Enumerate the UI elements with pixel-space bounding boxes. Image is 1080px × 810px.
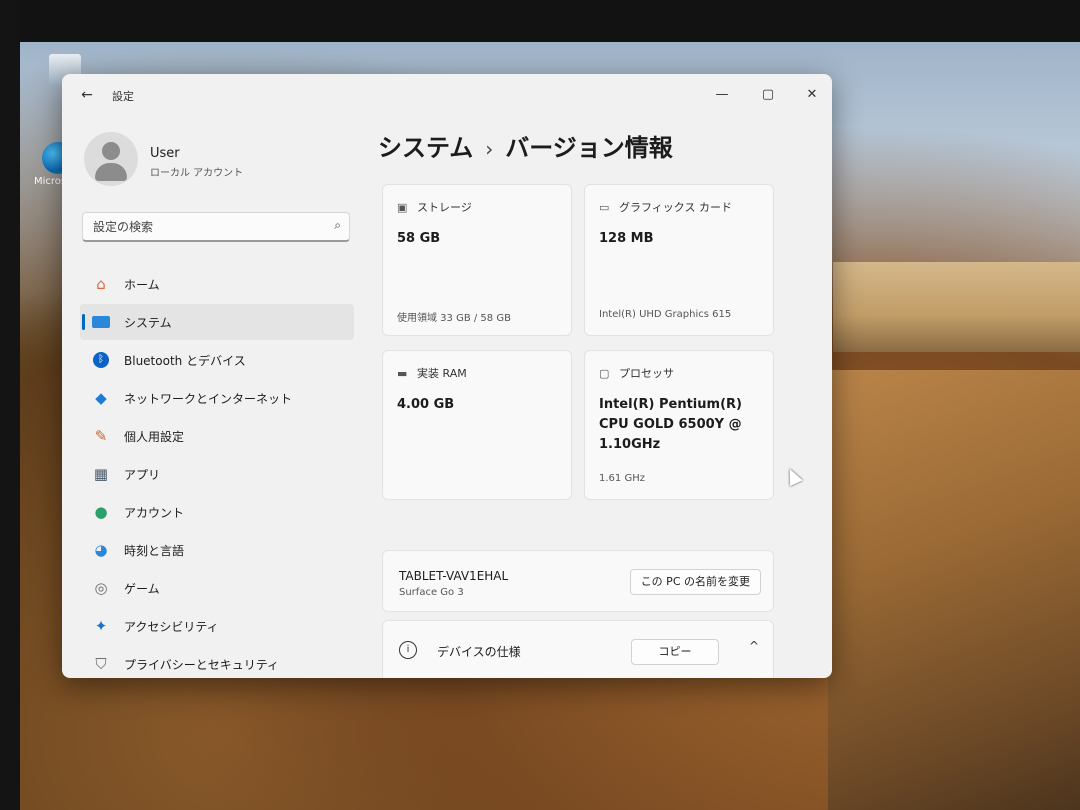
sidebar-item-system[interactable]: システム — [80, 304, 354, 340]
card-title: ストレージ — [417, 201, 472, 214]
device-specs-label: デバイスの仕様 — [437, 645, 521, 659]
shield-icon: ⛉ — [95, 655, 107, 673]
card-title: プロセッサ — [619, 367, 674, 380]
back-arrow-icon[interactable]: ← — [78, 86, 96, 104]
copy-button[interactable]: コピー — [631, 639, 719, 665]
processor-line: CPU GOLD 6500Y @ — [599, 417, 742, 432]
sidebar-item-label: 個人用設定 — [124, 429, 185, 444]
sidebar-item-label: プライバシーとセキュリティ — [124, 657, 280, 672]
card-value: 128 MB — [599, 231, 654, 246]
sidebar-item-label: ゲーム — [124, 581, 160, 596]
wallpaper-cliff — [828, 370, 1080, 810]
search-box: ⌕ — [82, 212, 350, 242]
sidebar-item-label: ホーム — [124, 277, 160, 292]
sidebar-item-label: Bluetooth とデバイス — [124, 353, 246, 368]
card-detail: 1.61 GHz — [599, 473, 645, 484]
wallpaper-buildings — [833, 262, 1080, 352]
sidebar-item-label: アプリ — [124, 467, 161, 482]
home-icon: ⌂ — [96, 275, 106, 293]
card-value: 4.00 GB — [397, 397, 455, 412]
processor-line: 1.10GHz — [599, 437, 661, 452]
pc-name-row: TABLET-VAV1EHAL Surface Go 3 この PC の名前を変… — [382, 550, 774, 612]
screen-bezel-left — [0, 0, 20, 810]
card-header: ▬ 実装 RAM — [397, 365, 467, 381]
card-header: ▣ ストレージ — [397, 199, 472, 215]
rename-pc-button[interactable]: この PC の名前を変更 — [629, 569, 761, 595]
account-icon: ● — [94, 503, 108, 521]
chevron-up-icon[interactable]: ^ — [749, 639, 759, 653]
close-button[interactable]: ✕ — [792, 82, 832, 108]
brush-icon: ✎ — [94, 427, 108, 445]
card-detail: 使用領域 33 GB / 58 GB — [397, 313, 511, 324]
breadcrumb-parent[interactable]: システム — [378, 134, 473, 162]
search-icon[interactable]: ⌕ — [334, 218, 341, 233]
avatar — [84, 132, 138, 186]
card-detail: Intel(R) UHD Graphics 615 — [599, 309, 732, 320]
breadcrumb-chevron-icon: › — [485, 137, 494, 161]
sidebar-item-time-language[interactable]: ◕ 時刻と言語 — [80, 532, 354, 568]
pc-model: Surface Go 3 — [399, 587, 464, 598]
info-icon: i — [399, 641, 417, 659]
screen-bezel-top — [0, 0, 1080, 42]
sidebar-item-label: 時刻と言語 — [124, 543, 185, 558]
card-title: 実装 RAM — [417, 367, 467, 380]
graphics-card[interactable]: ▭ グラフィックス カード 128 MB Intel(R) UHD Graphic… — [584, 184, 774, 336]
storage-icon: ▣ — [397, 200, 408, 214]
user-name: User — [150, 146, 180, 161]
sidebar-nav: ⌂ ホーム システム ᛒ Bluetooth とデバイス ◆ ネットワークとイン… — [80, 266, 354, 678]
card-value: 58 GB — [397, 231, 441, 246]
window-title: 設定 — [112, 90, 134, 103]
gamepad-icon: ◎ — [94, 579, 108, 597]
account-type: ローカル アカウント — [150, 168, 244, 179]
pc-name: TABLET-VAV1EHAL — [399, 569, 509, 583]
memory-icon: ▬ — [397, 366, 408, 380]
avatar-head-shape — [102, 142, 120, 160]
storage-card[interactable]: ▣ ストレージ 58 GB 使用領域 33 GB / 58 GB — [382, 184, 572, 336]
processor-line: Intel(R) Pentium(R) — [599, 397, 742, 412]
globe-icon: ◕ — [94, 541, 108, 559]
sidebar-item-label: アクセシビリティ — [124, 619, 219, 634]
sidebar-item-home[interactable]: ⌂ ホーム — [80, 266, 354, 302]
accessibility-icon: ✦ — [94, 617, 108, 635]
device-specs-row[interactable]: i デバイスの仕様 コピー ^ — [382, 620, 774, 678]
network-icon: ◆ — [95, 389, 107, 407]
sidebar-item-label: アカウント — [124, 505, 185, 520]
page-title: バージョン情報 — [505, 134, 673, 162]
sidebar-item-accounts[interactable]: ● アカウント — [80, 494, 354, 530]
sidebar-item-network[interactable]: ◆ ネットワークとインターネット — [80, 380, 354, 416]
breadcrumb: システム › バージョン情報 — [378, 128, 673, 163]
title-bar: ← 設定 — ▢ ✕ — [62, 74, 832, 116]
avatar-body-shape — [95, 163, 127, 181]
sidebar-item-apps[interactable]: ▦ アプリ — [80, 456, 354, 492]
settings-window: ← 設定 — ▢ ✕ User ローカル アカウント ⌕ ⌂ ホーム システム … — [62, 74, 832, 678]
sidebar-item-label: ネットワークとインターネット — [124, 391, 293, 406]
system-icon — [90, 311, 112, 333]
user-account-card[interactable]: User ローカル アカウント — [84, 132, 354, 192]
graphics-card-icon: ▭ — [599, 200, 610, 214]
apps-icon: ▦ — [93, 465, 109, 483]
processor-card[interactable]: ▢ プロセッサ Intel(R) Pentium(R) CPU GOLD 6500… — [584, 350, 774, 500]
minimize-button[interactable]: — — [702, 82, 742, 108]
card-header: ▭ グラフィックス カード — [599, 199, 732, 215]
sidebar-item-gaming[interactable]: ◎ ゲーム — [80, 570, 354, 606]
processor-icon: ▢ — [599, 366, 610, 380]
sidebar-item-bluetooth[interactable]: ᛒ Bluetooth とデバイス — [80, 342, 354, 378]
card-header: ▢ プロセッサ — [599, 365, 674, 381]
card-title: グラフィックス カード — [619, 201, 732, 214]
sidebar-item-personalization[interactable]: ✎ 個人用設定 — [80, 418, 354, 454]
sidebar-item-accessibility[interactable]: ✦ アクセシビリティ — [80, 608, 354, 644]
ram-card[interactable]: ▬ 実装 RAM 4.00 GB — [382, 350, 572, 500]
sidebar-item-privacy[interactable]: ⛉ プライバシーとセキュリティ — [80, 646, 354, 678]
maximize-button[interactable]: ▢ — [748, 82, 788, 108]
search-input[interactable] — [83, 213, 325, 241]
sidebar-item-label: システム — [124, 315, 172, 330]
bluetooth-icon: ᛒ — [90, 349, 112, 371]
card-value: Intel(R) Pentium(R) CPU GOLD 6500Y @ 1.1… — [599, 395, 742, 455]
